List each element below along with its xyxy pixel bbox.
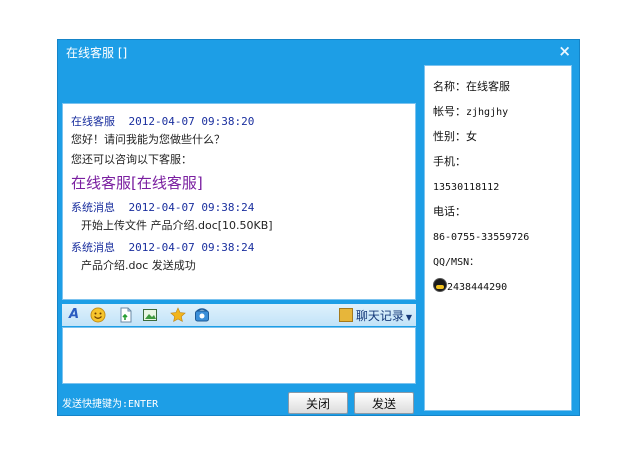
info-qq-label-row: QQ/MSN： (433, 249, 563, 274)
info-label: 帐号： (433, 105, 466, 118)
emoji-icon[interactable] (90, 307, 106, 323)
chat-history-pane[interactable]: 在线客服 2012-04-07 09:38:20 您好！请问我能为您做些什么？ … (62, 103, 416, 300)
message-header: 系统消息 2012-04-07 09:38:24 (71, 200, 407, 216)
info-name-row: 名称：在线客服 (433, 74, 563, 99)
message-text: 产品介绍.doc 发送成功 (81, 259, 196, 272)
window-title: 在线客服 [] (66, 46, 128, 60)
send-button[interactable]: 发送 (354, 392, 414, 414)
info-label: QQ/MSN： (433, 257, 480, 268)
info-value: zjhgjhy (466, 107, 509, 118)
info-value: 13530118112 (433, 182, 500, 193)
info-phone-label-row: 电话： (433, 199, 563, 224)
message-text: 您好！请问我能为您做些什么？ (71, 133, 225, 146)
title-bar[interactable]: 在线客服 [] × (58, 40, 579, 64)
close-icon[interactable]: × (558, 42, 571, 60)
info-mobile-label-row: 手机： (433, 149, 563, 174)
screenshot-icon[interactable] (142, 307, 158, 323)
qq-penguin-icon[interactable] (433, 278, 447, 292)
info-value: 86-0755-33559726 (433, 232, 530, 243)
phone-icon[interactable] (194, 307, 210, 323)
chat-history-button[interactable]: 聊天记录 ▼ (338, 307, 412, 324)
info-value: 在线客服 (466, 80, 510, 93)
font-icon[interactable]: A (66, 307, 82, 323)
favorite-icon[interactable] (170, 307, 186, 323)
message-header: 系统消息 2012-04-07 09:38:24 (71, 240, 407, 256)
message-text: 您还可以咨询以下客服： (71, 153, 192, 166)
info-value: 2438444290 (447, 282, 508, 293)
contact-info-pane: 名称：在线客服 帐号：zjhgjhy 性别：女 手机： 13530118112 … (424, 65, 572, 411)
message-input[interactable] (63, 328, 415, 383)
info-gender-row: 性别：女 (433, 124, 563, 149)
message-text: 开始上传文件 产品介绍.doc[10.50KB] (81, 219, 273, 232)
chat-history-label: 聊天记录 (355, 309, 404, 323)
message-input-pane[interactable] (62, 327, 416, 384)
message-header: 在线客服 2012-04-07 09:38:20 (71, 114, 407, 130)
info-label: 电话： (433, 205, 466, 218)
chevron-down-icon: ▼ (405, 313, 412, 322)
info-mobile-value-row: 13530118112 (433, 174, 563, 199)
service-agent-link[interactable]: 在线客服[在线客服] (71, 170, 407, 196)
info-qq-value-row: 2438444290 (433, 274, 563, 299)
info-label: 性别： (433, 130, 466, 143)
info-label: 名称： (433, 80, 466, 93)
info-label: 手机： (433, 155, 466, 168)
send-shortcut-hint: 发送快捷键为:ENTER (62, 399, 159, 410)
info-account-row: 帐号：zjhgjhy (433, 99, 563, 124)
message-sender: 系统消息 (71, 201, 115, 214)
info-value: 女 (466, 130, 477, 143)
chat-window: 在线客服 [] × 在线客服 2012-04-07 09:38:20 您好！请问… (57, 39, 580, 416)
close-button[interactable]: 关闭 (288, 392, 348, 414)
history-icon (338, 308, 353, 322)
send-file-icon[interactable] (118, 307, 134, 323)
message-time: 2012-04-07 09:38:24 (128, 201, 255, 214)
message-time: 2012-04-07 09:38:24 (128, 241, 255, 254)
message-time: 2012-04-07 09:38:20 (128, 115, 255, 128)
info-phone-value-row: 86-0755-33559726 (433, 224, 563, 249)
message-sender: 系统消息 (71, 241, 115, 254)
input-toolbar: A 聊天记录 ▼ (62, 304, 416, 326)
message-sender: 在线客服 (71, 115, 115, 128)
